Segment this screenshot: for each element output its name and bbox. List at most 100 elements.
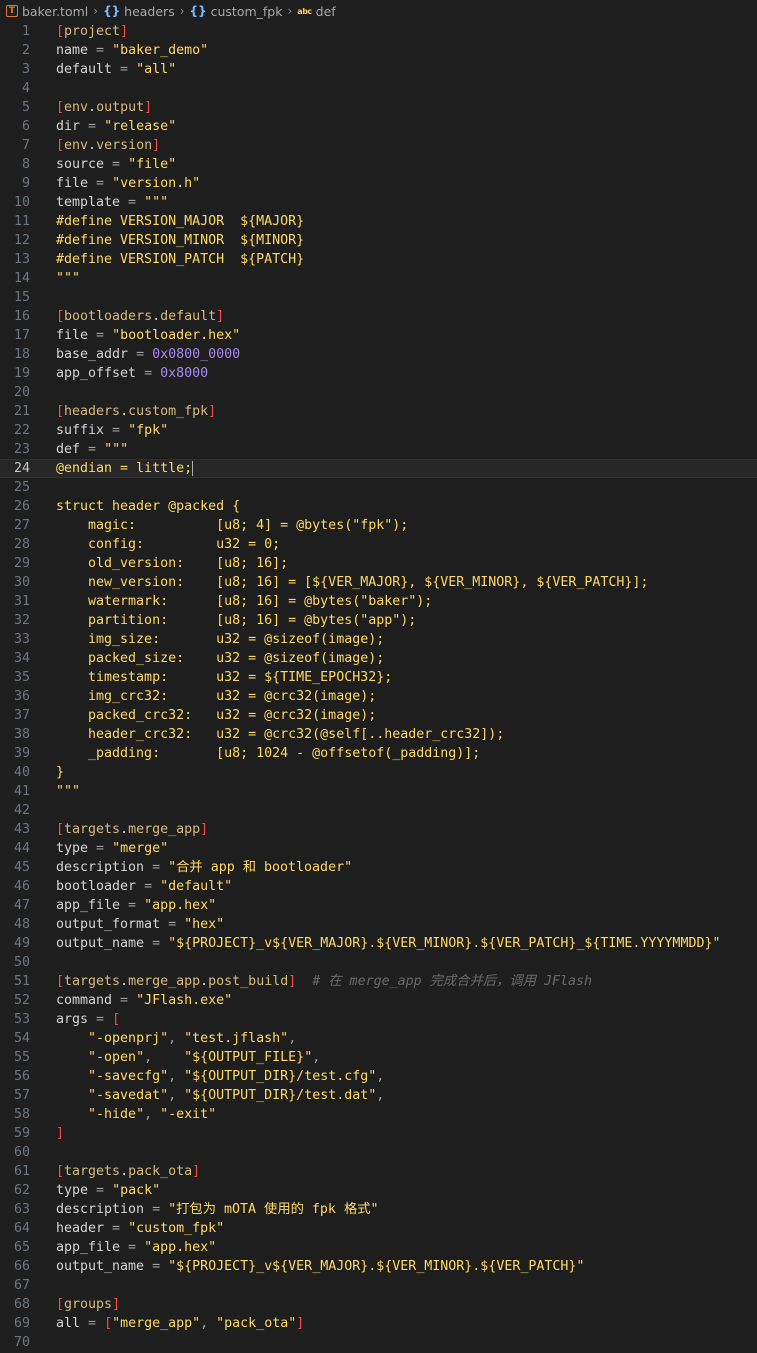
code-token: config: u32 = 0;	[56, 537, 281, 552]
code-line[interactable]: 6 dir = "release"	[0, 117, 757, 136]
code-line[interactable]: 67	[0, 1276, 757, 1295]
code-line[interactable]: 68 [groups]	[0, 1295, 757, 1314]
code-editor[interactable]: 1 [project] 2 name = "baker_demo" 3 default =…	[0, 22, 757, 1352]
code-line[interactable]: 16 [bootloaders.default]	[0, 307, 757, 326]
code-line[interactable]: 14 """	[0, 269, 757, 288]
code-line[interactable]: 54 "-openprj", "test.jflash",	[0, 1029, 757, 1048]
breadcrumb-file[interactable]: T baker.toml	[6, 4, 88, 19]
code-line[interactable]: 42	[0, 801, 757, 820]
breadcrumb-custom-fpk[interactable]: {} custom_fpk	[190, 4, 283, 19]
code-line[interactable]: 45 description = "合并 app 和 bootloader"	[0, 858, 757, 877]
code-line[interactable]: 52 command = "JFlash.exe"	[0, 991, 757, 1010]
code-line[interactable]: 60	[0, 1143, 757, 1162]
code-line[interactable]: 21 [headers.custom_fpk]	[0, 402, 757, 421]
line-number: 50	[13, 955, 30, 970]
code-line[interactable]: 49 output_name = "${PROJECT}_v${VER_MAJOR…	[0, 934, 757, 953]
code-line[interactable]: 61 [targets.pack_ota]	[0, 1162, 757, 1181]
code-line[interactable]: 1 [project]	[0, 22, 757, 41]
code-line[interactable]: 28 config: u32 = 0;	[0, 535, 757, 554]
code-line[interactable]: 12 #define VERSION_MINOR ${MINOR}	[0, 231, 757, 250]
code-token: dir	[56, 119, 81, 134]
code-line[interactable]: 11 #define VERSION_MAJOR ${MAJOR}	[0, 212, 757, 231]
code-line[interactable]: 38 header_crc32: u32 = @crc32(@self[..he…	[0, 725, 757, 744]
code-token: default	[160, 309, 217, 324]
code-token: "${OUTPUT_FILE}"	[184, 1050, 313, 1065]
code-line[interactable]: 59]	[0, 1124, 757, 1143]
code-line[interactable]: 64 header = "custom_fpk"	[0, 1219, 757, 1238]
code-line[interactable]: 27 magic: [u8; 4] = @bytes("fpk");	[0, 516, 757, 535]
code-text: magic: [u8; 4] = @bytes("fpk");	[56, 516, 408, 535]
code-line[interactable]: 55 "-open", "${OUTPUT_FILE}",	[0, 1048, 757, 1067]
code-line[interactable]: 36 img_crc32: u32 = @crc32(image);	[0, 687, 757, 706]
code-line[interactable]: 22 suffix = "fpk"	[0, 421, 757, 440]
code-line[interactable]: 8 source = "file"	[0, 155, 757, 174]
code-line[interactable]: 66 output_name = "${PROJECT}_v${VER_MAJOR…	[0, 1257, 757, 1276]
line-number: 70	[13, 1335, 30, 1350]
breadcrumb-def[interactable]: abc def	[297, 4, 335, 19]
code-line[interactable]: 35 timestamp: u32 = ${TIME_EPOCH32};	[0, 668, 757, 687]
code-line[interactable]: 25	[0, 478, 757, 497]
code-line[interactable]: 69 all = ["merge_app", "pack_ota"]	[0, 1314, 757, 1333]
code-line[interactable]: 40}	[0, 763, 757, 782]
code-line[interactable]: 51 [targets.merge_app.post_build] # 在 mer…	[0, 972, 757, 991]
code-line[interactable]: 31 watermark: [u8; 16] = @bytes("baker")…	[0, 592, 757, 611]
line-number: 23	[13, 442, 30, 457]
code-token: =	[104, 1221, 129, 1236]
code-line[interactable]: 4	[0, 79, 757, 98]
code-line[interactable]: 29 old_version: [u8; 16];	[0, 554, 757, 573]
code-line[interactable]: 15	[0, 288, 757, 307]
code-line[interactable]: 5 [env.output]	[0, 98, 757, 117]
code-line[interactable]: 53 args = [	[0, 1010, 757, 1029]
code-line[interactable]: 9 file = "version.h"	[0, 174, 757, 193]
code-line[interactable]: 13 #define VERSION_PATCH ${PATCH}	[0, 250, 757, 269]
code-line[interactable]: 48 output_format = "hex"	[0, 915, 757, 934]
code-line[interactable]: 50	[0, 953, 757, 972]
code-token: 0x0800_0000	[152, 347, 241, 362]
code-line[interactable]: 18 base_addr = 0x0800_0000	[0, 345, 757, 364]
code-line[interactable]: 41 """	[0, 782, 757, 801]
code-token: =	[88, 176, 113, 191]
code-line[interactable]: 33 img_size: u32 = @sizeof(image);	[0, 630, 757, 649]
code-line[interactable]: 39 _padding: [u8; 1024 - @offsetof(_padd…	[0, 744, 757, 763]
code-line[interactable]: 57 "-savedat", "${OUTPUT_DIR}/test.dat",	[0, 1086, 757, 1105]
code-token: "-savecfg"	[88, 1069, 169, 1084]
code-line[interactable]: 19 app_offset = 0x8000	[0, 364, 757, 383]
toml-file-icon: T	[6, 5, 18, 17]
code-token: "merge_app"	[112, 1316, 201, 1331]
code-line[interactable]: 17 file = "bootloader.hex"	[0, 326, 757, 345]
code-line[interactable]: 23 def = """	[0, 440, 757, 459]
code-line[interactable]: 70	[0, 1333, 757, 1352]
code-line[interactable]: 30 new_version: [u8; 16] = [${VER_MAJOR}…	[0, 573, 757, 592]
code-token: command	[56, 993, 113, 1008]
breadcrumb-headers[interactable]: {} headers	[103, 4, 175, 19]
code-line[interactable]: 47 app_file = "app.hex"	[0, 896, 757, 915]
code-line[interactable]: 56 "-savecfg", "${OUTPUT_DIR}/test.cfg",	[0, 1067, 757, 1086]
code-line[interactable]: 65 app_file = "app.hex"	[0, 1238, 757, 1257]
code-line[interactable]: 37 packed_crc32: u32 = @crc32(image);	[0, 706, 757, 725]
line-number: 39	[13, 746, 30, 761]
code-token: ,	[144, 1107, 161, 1122]
code-line[interactable]: 34 packed_size: u32 = @sizeof(image);	[0, 649, 757, 668]
code-line[interactable]: 3 default = "all"	[0, 60, 757, 79]
code-line[interactable]: 44 type = "merge"	[0, 839, 757, 858]
code-token: [	[56, 822, 65, 837]
code-token: ]	[200, 822, 209, 837]
code-line[interactable]: 58 "-hide", "-exit"	[0, 1105, 757, 1124]
code-line[interactable]: 24 @endian = little;	[0, 459, 757, 478]
code-line[interactable]: 26 struct header @packed {	[0, 497, 757, 516]
code-token: output_name	[56, 1259, 145, 1274]
code-line[interactable]: 2 name = "baker_demo"	[0, 41, 757, 60]
code-text: img_size: u32 = @sizeof(image);	[56, 630, 384, 649]
code-line[interactable]: 43 [targets.merge_app]	[0, 820, 757, 839]
code-line[interactable]: 62 type = "pack"	[0, 1181, 757, 1200]
code-line[interactable]: 20	[0, 383, 757, 402]
line-number: 42	[13, 803, 30, 818]
code-line[interactable]: 46 bootloader = "default"	[0, 877, 757, 896]
code-token: ]	[192, 1164, 201, 1179]
code-line[interactable]: 32 partition: [u8; 16] = @bytes("app");	[0, 611, 757, 630]
code-token: =	[136, 366, 161, 381]
code-line[interactable]: 7 [env.version]	[0, 136, 757, 155]
code-line[interactable]: 63 description = "打包为 mOTA 使用的 fpk 格式"	[0, 1200, 757, 1219]
code-token: "merge"	[112, 841, 169, 856]
code-line[interactable]: 10 template = """	[0, 193, 757, 212]
